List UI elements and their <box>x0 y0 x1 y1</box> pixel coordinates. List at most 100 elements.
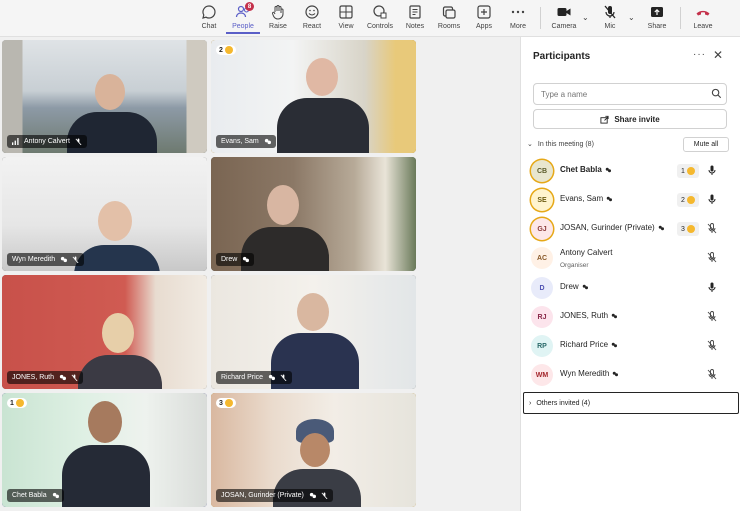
react-button[interactable]: React <box>295 4 329 34</box>
share-button[interactable]: Share <box>640 4 674 34</box>
mic-off-icon <box>604 5 616 19</box>
mic-off-icon[interactable] <box>707 340 717 351</box>
notes-button[interactable]: Notes <box>398 4 432 34</box>
participant-name-text: Richard Price <box>560 340 609 349</box>
participant-name-text: Chet Babla <box>560 165 602 174</box>
participant-row[interactable]: RJ JONES, Ruth <box>531 305 731 331</box>
camera-button[interactable]: Camera <box>547 4 581 34</box>
mic-off-icon <box>280 374 287 381</box>
raised-hand-icon <box>686 167 695 175</box>
camera-options-chevron-icon[interactable]: ⌄ <box>582 13 589 22</box>
participant-row[interactable]: CB Chet Babla 1 <box>531 159 731 185</box>
avatar: D <box>531 277 553 299</box>
video-tile[interactable]: Antony Calvert <box>2 40 207 153</box>
notes-label: Notes <box>405 23 425 30</box>
rooms-icon <box>442 6 456 19</box>
participant-name: Chet Babla <box>560 165 611 174</box>
apps-button[interactable]: Apps <box>467 4 501 34</box>
video-tile[interactable]: JONES, Ruth <box>2 275 207 389</box>
more-button[interactable]: More <box>501 4 535 34</box>
participant-video <box>74 199 160 271</box>
avatar: AC <box>531 247 553 269</box>
video-tile[interactable]: 1 Chet Babla <box>2 393 207 507</box>
raised-hand-badge: 1 <box>7 398 27 408</box>
ghost-icon <box>606 196 613 201</box>
mic-icon[interactable] <box>707 194 717 205</box>
video-tile[interactable]: Richard Price <box>211 275 416 389</box>
participant-name: Evans, Sam <box>221 138 259 145</box>
participant-name: Chet Babla <box>12 492 47 499</box>
share-label: Share <box>647 23 667 30</box>
meeting-toolbar: Chat 8 People Raise React View Controls … <box>0 0 740 37</box>
panel-close-icon[interactable]: ✕ <box>713 48 723 62</box>
others-invited-section-toggle[interactable]: › Others invited (4) <box>523 392 739 414</box>
share-invite-label: Share invite <box>614 114 660 124</box>
participant-row[interactable]: WM Wyn Meredith <box>531 363 731 389</box>
people-count-badge: 8 <box>245 2 254 11</box>
video-tile[interactable]: 2 Evans, Sam <box>211 40 416 153</box>
ghost-icon <box>59 374 67 381</box>
participant-name-tag: Richard Price <box>216 371 293 384</box>
raised-hand-badge: 2 <box>677 193 699 207</box>
participant-name: JONES, Ruth <box>12 374 55 381</box>
video-tile[interactable]: 3 JOSAN, Gurinder (Private) <box>211 393 416 507</box>
chat-button[interactable]: Chat <box>192 4 226 34</box>
video-tile[interactable]: Wyn Meredith <box>2 157 207 271</box>
in-meeting-section-toggle[interactable]: ⌄ In this meeting (8) <box>527 140 594 149</box>
participant-video <box>78 311 162 389</box>
in-meeting-section-label: In this meeting (8) <box>537 140 594 148</box>
participant-row[interactable]: RP Richard Price <box>531 334 731 360</box>
controls-label: Controls <box>366 23 394 30</box>
participant-name-tag: JOSAN, Gurinder (Private) <box>216 489 333 502</box>
video-tile[interactable]: Drew <box>211 157 416 271</box>
ghost-icon <box>658 225 664 230</box>
view-icon <box>339 5 353 19</box>
mic-icon[interactable] <box>707 165 717 176</box>
participant-row[interactable]: SE Evans, Sam 2 <box>531 188 731 214</box>
more-label: More <box>510 23 526 30</box>
panel-more-options-icon[interactable]: ··· <box>693 49 706 60</box>
avatar: WM <box>531 364 553 386</box>
mic-icon[interactable] <box>707 282 717 293</box>
view-button[interactable]: View <box>329 4 363 34</box>
participant-row[interactable]: D Drew <box>531 276 731 302</box>
avatar: CB <box>531 160 553 182</box>
leave-icon <box>696 10 710 16</box>
ghost-icon <box>309 492 316 499</box>
people-button[interactable]: 8 People <box>226 2 260 34</box>
participant-name: Richard Price <box>221 374 264 381</box>
raise-button[interactable]: Raise <box>261 4 295 34</box>
ghost-icon <box>264 138 271 145</box>
chevron-down-icon: ⌄ <box>527 141 533 148</box>
search-input[interactable] <box>533 83 727 105</box>
mic-button[interactable]: Mic <box>593 4 627 34</box>
ghost-icon <box>243 256 250 263</box>
participant-name-tag: Antony Calvert <box>7 135 87 148</box>
share-invite-icon <box>600 115 609 124</box>
leave-button[interactable]: Leave <box>686 4 720 34</box>
ghost-icon <box>613 371 619 376</box>
raised-hand-icon <box>15 399 24 407</box>
search-icon <box>711 88 722 99</box>
mic-off-icon[interactable] <box>707 223 717 234</box>
mic-options-chevron-icon[interactable]: ⌄ <box>628 13 635 22</box>
participant-name-text: JOSAN, Gurinder (Private) <box>560 223 655 232</box>
mic-off-icon[interactable] <box>707 311 717 322</box>
view-label: View <box>338 23 354 30</box>
mute-all-button[interactable]: Mute all <box>683 137 729 152</box>
participant-name-tag: Evans, Sam <box>216 135 276 148</box>
chat-icon <box>202 5 216 19</box>
camera-icon <box>557 8 571 16</box>
participant-row[interactable]: AC Antony Calvert Organiser <box>531 246 731 272</box>
participant-row[interactable]: GJ JOSAN, Gurinder (Private) 3 <box>531 217 731 243</box>
participant-name-tag: Wyn Meredith <box>7 253 85 266</box>
mic-off-icon[interactable] <box>707 369 717 380</box>
participant-name: Antony Calvert <box>24 138 70 145</box>
panel-title: Participants <box>533 51 591 62</box>
rooms-button[interactable]: Rooms <box>432 4 466 34</box>
controls-button[interactable]: Controls <box>363 4 397 34</box>
raised-hand-icon <box>224 399 233 407</box>
share-invite-button[interactable]: Share invite <box>533 109 727 129</box>
raised-hand-icon <box>686 196 695 204</box>
mic-off-icon[interactable] <box>707 252 717 263</box>
